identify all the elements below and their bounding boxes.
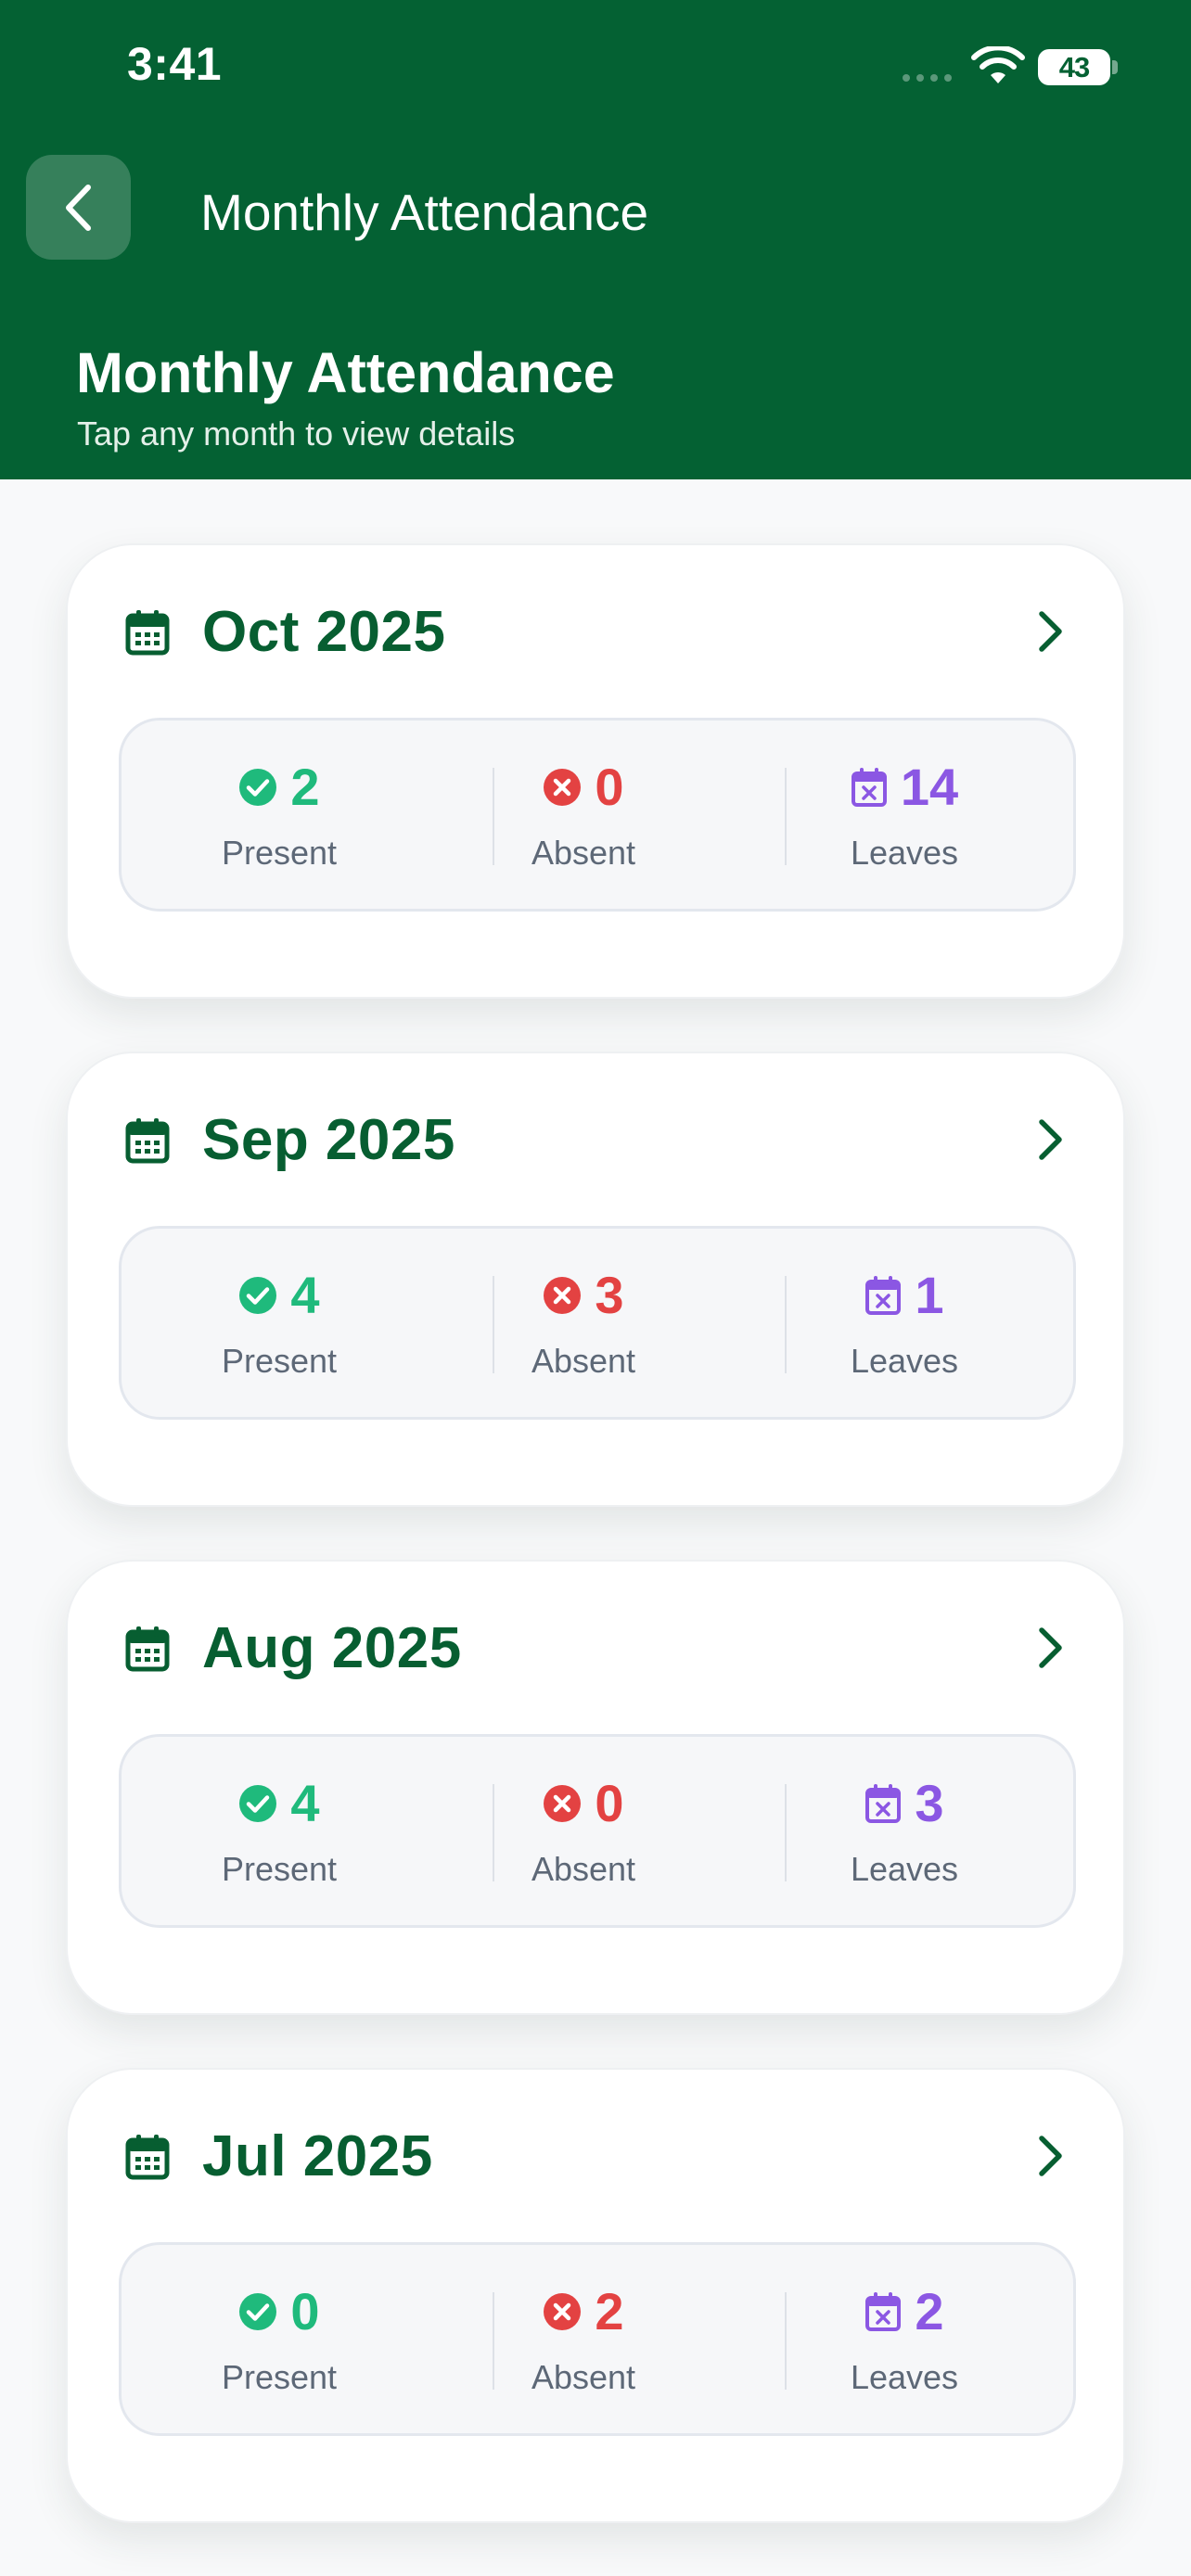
absent-count: 2 <box>595 2282 624 2340</box>
x-circle-icon <box>544 769 582 806</box>
calendar-x-icon <box>851 768 887 807</box>
absent-label: Absent <box>531 1850 636 1888</box>
leaves-label: Leaves <box>850 1850 959 1888</box>
present-count: 4 <box>290 1266 320 1324</box>
back-button[interactable] <box>26 155 131 260</box>
stats-panel: 4 Present 0 Absent 3 Leaves <box>119 1734 1076 1928</box>
calendar-x-icon <box>865 1784 902 1823</box>
chevron-right-icon <box>1039 1627 1062 1668</box>
wifi-icon <box>971 46 1025 83</box>
stats-panel: 4 Present 3 Absent 1 Leaves <box>119 1226 1076 1420</box>
absent-count: 3 <box>595 1266 624 1324</box>
chevron-right-icon <box>1039 611 1062 652</box>
battery-nub <box>1112 60 1118 74</box>
status-time: 3:41 <box>127 38 223 90</box>
battery-icon: 43 <box>1038 49 1110 85</box>
page-subtitle: Tap any month to view details <box>77 414 516 453</box>
leaves-count: 14 <box>900 758 959 816</box>
month-label: Jul 2025 <box>202 2124 433 2188</box>
leaves-label: Leaves <box>850 1342 959 1380</box>
month-card-0[interactable]: Oct 2025 2 Present 0 Absent 14 Leaves <box>66 543 1125 999</box>
present-count: 2 <box>290 758 320 816</box>
x-circle-icon <box>544 1277 582 1314</box>
month-card-1[interactable]: Sep 2025 4 Present 3 Absent 1 Leaves <box>66 1052 1125 1507</box>
present-stat: 2 Present <box>122 721 437 914</box>
present-stat: 4 Present <box>122 1229 437 1422</box>
absent-count: 0 <box>595 1774 624 1832</box>
calendar-icon <box>125 610 170 656</box>
month-label: Oct 2025 <box>202 600 446 664</box>
present-label: Present <box>221 834 338 872</box>
battery-level: 43 <box>1058 50 1090 83</box>
check-circle-icon <box>239 769 277 806</box>
chevron-right-icon <box>1039 1119 1062 1160</box>
present-stat: 4 Present <box>122 1737 437 1931</box>
stats-panel: 2 Present 0 Absent 14 Leaves <box>119 718 1076 912</box>
x-circle-icon <box>544 2293 582 2330</box>
present-count: 0 <box>290 2282 320 2340</box>
x-circle-icon <box>544 1785 582 1822</box>
header-bar: 3:41 43 Monthly Attendance Monthly Atten… <box>0 0 1191 479</box>
leaves-stat: 1 Leaves <box>730 1229 1079 1422</box>
leaves-label: Leaves <box>850 834 959 872</box>
calendar-icon <box>125 1118 170 1164</box>
leaves-count: 1 <box>915 1266 944 1324</box>
absent-label: Absent <box>531 1342 636 1380</box>
nav-title: Monthly Attendance <box>200 184 649 241</box>
calendar-x-icon <box>865 2292 902 2331</box>
leaves-stat: 3 Leaves <box>730 1737 1079 1931</box>
absent-label: Absent <box>531 2358 636 2396</box>
absent-stat: 0 Absent <box>439 1737 728 1931</box>
calendar-icon <box>125 2135 170 2180</box>
leaves-count: 3 <box>915 1774 944 1832</box>
present-stat: 0 Present <box>122 2245 437 2439</box>
leaves-label: Leaves <box>850 2358 959 2396</box>
leaves-stat: 2 Leaves <box>730 2245 1079 2439</box>
absent-label: Absent <box>531 834 636 872</box>
present-label: Present <box>221 1850 338 1888</box>
page-title: Monthly Attendance <box>76 341 615 404</box>
stats-panel: 0 Present 2 Absent 2 Leaves <box>119 2242 1076 2436</box>
month-label: Sep 2025 <box>202 1108 455 1172</box>
month-card-3[interactable]: Jul 2025 0 Present 2 Absent 2 Leaves <box>66 2068 1125 2523</box>
calendar-x-icon <box>865 1276 902 1315</box>
cellular-signal-icon <box>903 74 952 82</box>
chevron-right-icon <box>1039 2136 1062 2176</box>
check-circle-icon <box>239 2293 277 2330</box>
check-circle-icon <box>239 1785 277 1822</box>
absent-stat: 0 Absent <box>439 721 728 914</box>
absent-count: 0 <box>595 758 624 816</box>
leaves-count: 2 <box>915 2282 944 2340</box>
calendar-icon <box>125 1626 170 1672</box>
present-label: Present <box>221 2358 338 2396</box>
absent-stat: 2 Absent <box>439 2245 728 2439</box>
present-count: 4 <box>290 1774 320 1832</box>
month-label: Aug 2025 <box>202 1616 462 1680</box>
month-card-2[interactable]: Aug 2025 4 Present 0 Absent 3 Leaves <box>66 1560 1125 2015</box>
check-circle-icon <box>239 1277 277 1314</box>
chevron-left-icon <box>65 184 91 231</box>
absent-stat: 3 Absent <box>439 1229 728 1422</box>
present-label: Present <box>221 1342 338 1380</box>
leaves-stat: 14 Leaves <box>730 721 1079 914</box>
